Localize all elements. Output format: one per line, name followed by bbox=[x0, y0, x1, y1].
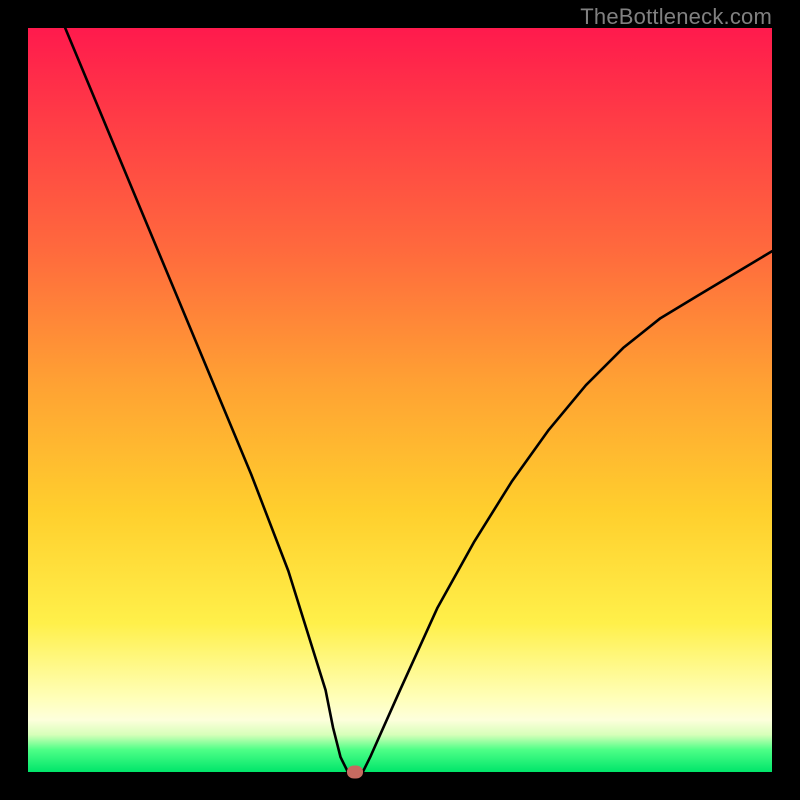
chart-frame: TheBottleneck.com bbox=[0, 0, 800, 800]
plot-area bbox=[28, 28, 772, 772]
bottleneck-curve bbox=[28, 28, 772, 772]
watermark-text: TheBottleneck.com bbox=[580, 4, 772, 30]
curve-path bbox=[65, 28, 772, 772]
optimal-marker bbox=[347, 766, 363, 779]
